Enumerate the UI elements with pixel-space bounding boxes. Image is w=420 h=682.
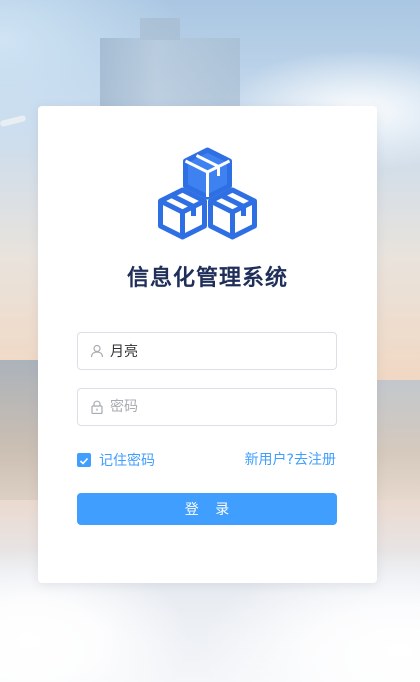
checkbox-box[interactable] — [77, 453, 91, 467]
checkmark-icon — [79, 457, 89, 465]
user-icon — [90, 344, 104, 358]
lock-icon — [91, 400, 103, 414]
username-input[interactable] — [110, 333, 330, 369]
username-field[interactable] — [77, 332, 337, 370]
app-title: 信息化管理系统 — [126, 266, 288, 291]
register-link[interactable]: 新用户?去注册 — [245, 449, 336, 469]
remember-password-checkbox[interactable]: 记住密码 — [77, 450, 155, 470]
boxes-stack-icon — [158, 147, 257, 240]
background-airplane — [0, 114, 27, 128]
background-city-left — [0, 360, 38, 500]
password-input[interactable] — [110, 389, 330, 425]
remember-password-label: 记住密码 — [99, 453, 155, 469]
password-field[interactable] — [77, 388, 337, 426]
login-card: 信息化管理系统 记住密码 新用户?去注册 登 录 — [38, 106, 377, 583]
background-city-right — [376, 380, 420, 500]
login-button[interactable]: 登 录 — [77, 493, 337, 525]
